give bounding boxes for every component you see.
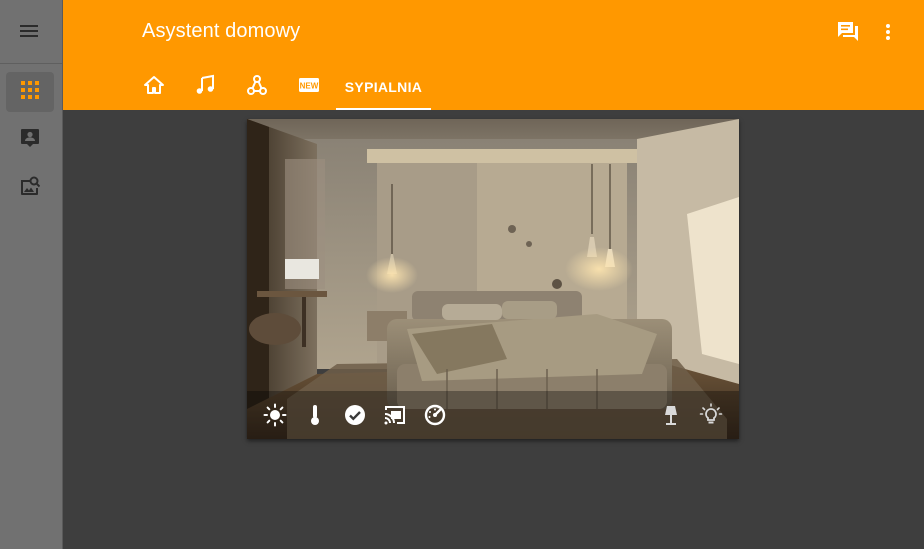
sidebar-item-overview[interactable] (6, 72, 54, 112)
sidebar-header (0, 0, 62, 64)
tab-music[interactable] (181, 64, 229, 110)
tab-label: SYPIALNIA (344, 79, 423, 95)
tab-network[interactable] (233, 64, 281, 110)
tab-new[interactable]: NEW (285, 64, 333, 110)
new-badge-icon: NEW (298, 76, 320, 99)
floor-lamp-icon[interactable] (659, 403, 683, 427)
tab-sypialnia[interactable]: SYPIALNIA (336, 64, 431, 110)
image-search-icon (20, 176, 41, 201)
account-box-icon (20, 128, 40, 153)
menu-icon[interactable] (19, 22, 41, 40)
tab-home[interactable] (130, 64, 178, 110)
apps-grid-icon (21, 80, 39, 104)
active-tab-indicator (336, 108, 431, 110)
lightbulb-icon[interactable] (699, 403, 723, 427)
network-nodes-icon (246, 74, 268, 101)
svg-text:NEW: NEW (300, 81, 319, 90)
sidebar-item-media[interactable] (6, 168, 54, 208)
music-note-icon (194, 74, 216, 101)
bedroom-picture-card[interactable] (247, 119, 739, 439)
card-icon-bar (247, 391, 739, 439)
more-vertical-icon[interactable] (876, 20, 900, 44)
speedometer-icon[interactable] (423, 403, 447, 427)
sidebar (0, 0, 63, 549)
page-title: Asystent domowy (142, 20, 301, 42)
brightness-icon[interactable] (263, 403, 287, 427)
app-header: Asystent domowy NEW SYPIALNIA (63, 0, 924, 110)
home-icon (143, 74, 165, 101)
cast-connected-icon[interactable] (383, 403, 407, 427)
sidebar-item-profile[interactable] (6, 120, 54, 160)
conversation-icon[interactable] (836, 20, 860, 44)
thermometer-icon[interactable] (303, 403, 327, 427)
check-circle-icon[interactable] (343, 403, 367, 427)
